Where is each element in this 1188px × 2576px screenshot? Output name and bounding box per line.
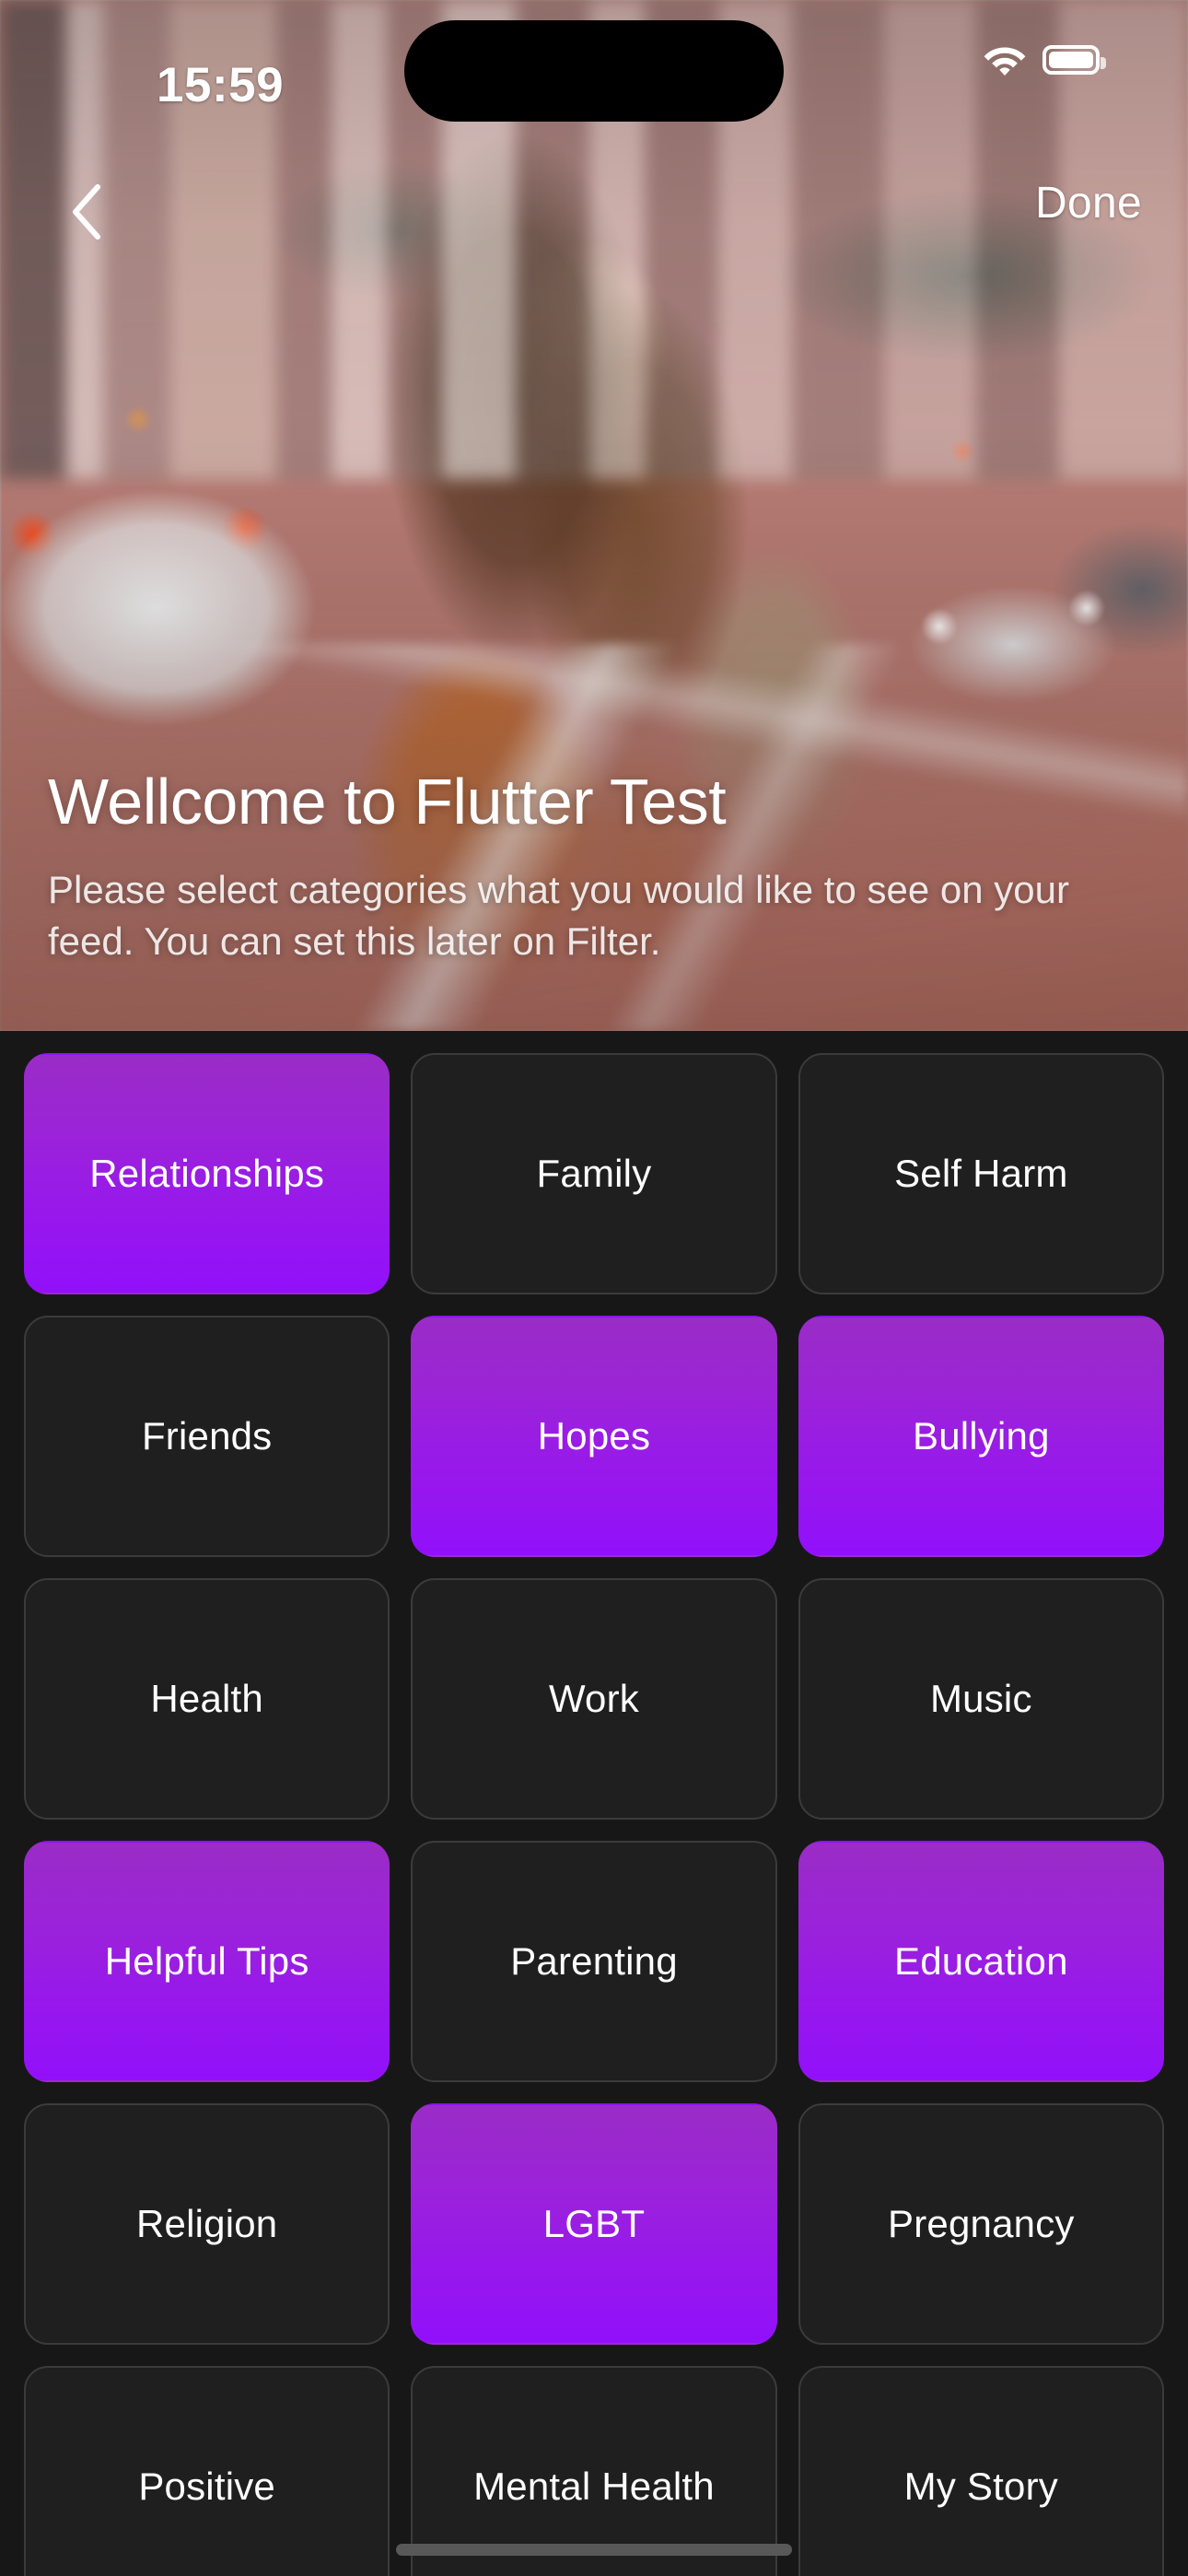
battery-fill xyxy=(1049,52,1093,68)
hero-banner: Wellcome to Flutter Test Please select c… xyxy=(0,0,1188,1031)
hero-text-block: Wellcome to Flutter Test Please select c… xyxy=(48,767,1140,966)
category-chip[interactable]: Friends xyxy=(24,1316,390,1557)
category-chip[interactable]: My Story xyxy=(798,2366,1164,2576)
done-button[interactable]: Done xyxy=(1035,178,1142,228)
category-grid: Relationships Family Self Harm Friends Hopes… xyxy=(24,1053,1164,2576)
wifi-icon xyxy=(984,47,1026,76)
category-chip[interactable]: Hopes xyxy=(411,1316,777,1557)
category-chip[interactable]: Family xyxy=(411,1053,777,1294)
category-chip[interactable]: Health xyxy=(24,1578,390,1820)
category-chip[interactable]: Helpful Tips xyxy=(24,1841,390,2082)
page-title: Wellcome to Flutter Test xyxy=(48,765,727,837)
status-bar: 15:59 xyxy=(0,0,1188,129)
back-button[interactable] xyxy=(44,170,127,253)
category-chip[interactable]: Pregnancy xyxy=(798,2103,1164,2345)
category-chip[interactable]: Education xyxy=(798,1841,1164,2082)
chevron-left-icon xyxy=(73,184,100,240)
battery-icon xyxy=(1042,45,1106,75)
dynamic-island xyxy=(404,20,784,122)
category-chip[interactable]: Bullying xyxy=(798,1316,1164,1557)
category-chip[interactable]: Positive xyxy=(24,2366,390,2576)
category-chip[interactable]: Relationships xyxy=(24,1053,390,1294)
category-chip[interactable]: Music xyxy=(798,1578,1164,1820)
category-chip[interactable]: Religion xyxy=(24,2103,390,2345)
page-subtitle: Please select categories what you would … xyxy=(48,868,1069,963)
app-screen: Wellcome to Flutter Test Please select c… xyxy=(0,0,1188,2576)
category-chip[interactable]: Work xyxy=(411,1578,777,1820)
category-chip[interactable]: LGBT xyxy=(411,2103,777,2345)
status-bar-clock: 15:59 xyxy=(157,58,285,112)
category-chip[interactable]: Parenting xyxy=(411,1841,777,2082)
navigation-bar: Done xyxy=(0,161,1188,263)
home-indicator[interactable] xyxy=(396,2544,792,2556)
category-chip[interactable]: Self Harm xyxy=(798,1053,1164,1294)
status-bar-indicators xyxy=(984,44,1106,76)
